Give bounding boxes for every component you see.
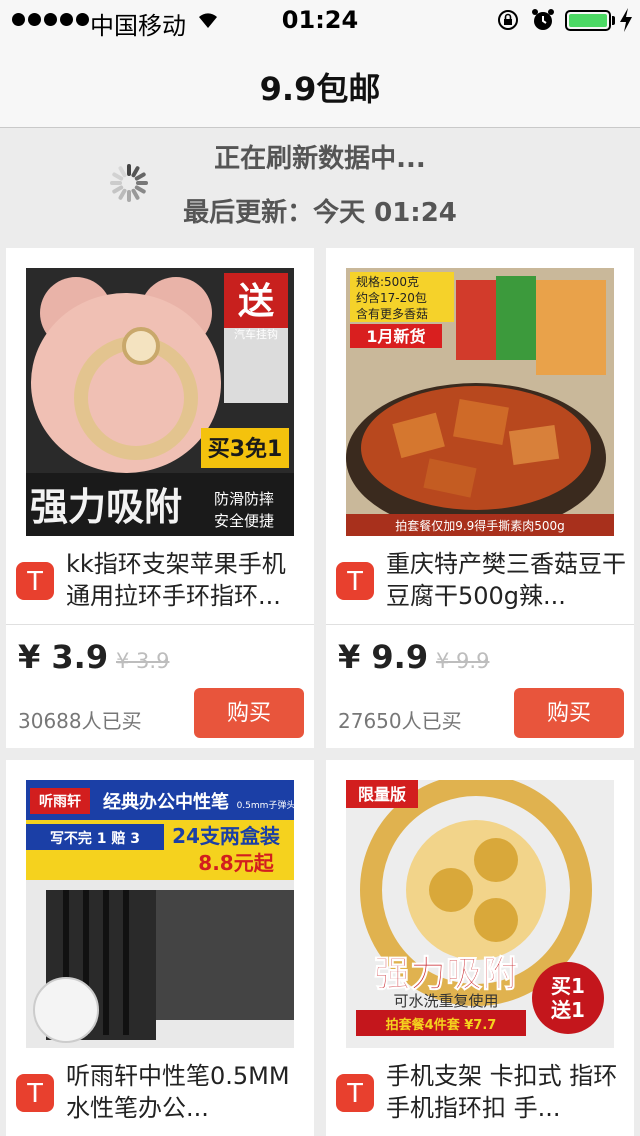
- divider: [326, 624, 634, 625]
- svg-text:经典办公中性笔: 经典办公中性笔: [103, 791, 229, 813]
- svg-text:约含17-20包: 约含17-20包: [356, 290, 427, 305]
- svg-text:拍套餐4件套 ¥7.7: 拍套餐4件套 ¥7.7: [386, 1017, 497, 1033]
- tmall-icon: T: [336, 562, 374, 600]
- svg-text:0.5mm子弹头: 0.5mm子弹头: [237, 799, 294, 811]
- original-price: ¥ 9.9: [436, 649, 490, 673]
- top-bar: 中国移动 01:24 9.9包邮: [0, 0, 640, 128]
- svg-text:防滑防摔: 防滑防摔: [214, 490, 274, 508]
- sold-count: 27650人已买: [338, 709, 462, 733]
- svg-text:听雨轩: 听雨轩: [39, 793, 81, 810]
- buy-button[interactable]: 购买: [514, 688, 624, 738]
- tmall-icon: T: [336, 1074, 374, 1112]
- battery-icon: [565, 10, 611, 31]
- product-image[interactable]: 听雨轩 经典办公中性笔 0.5mm子弹头 写不完 1 赔 3 24支两盒装 8.…: [26, 780, 294, 1048]
- last-updated-text: 最后更新：今天 01:24: [183, 198, 457, 228]
- svg-text:汽车挂钩: 汽车挂钩: [234, 327, 278, 341]
- product-image[interactable]: 规格:500克 约含17-20包 含有更多香菇 1月新货 拍套餐仅加9.9得手撕…: [346, 268, 614, 536]
- product-title[interactable]: kk指环支架苹果手机通用拉环手环指环...: [66, 548, 306, 612]
- tmall-icon: T: [16, 562, 54, 600]
- product-card[interactable]: 送 汽车挂钩 买3免1 强力吸附 防滑防摔 安全便捷 T kk指环支架苹果手机通…: [6, 248, 314, 748]
- svg-text:限量版: 限量版: [358, 785, 406, 804]
- alarm-icon: [532, 9, 554, 30]
- product-title-row[interactable]: T 手机支架 卡扣式 指环 手机指环扣 手...: [326, 1060, 634, 1134]
- refresh-status-text: 正在刷新数据中...: [214, 144, 426, 174]
- buy-button[interactable]: 购买: [194, 688, 304, 738]
- svg-text:可水洗重复使用: 可水洗重复使用: [393, 992, 498, 1010]
- svg-text:含有更多香菇: 含有更多香菇: [356, 306, 428, 321]
- svg-text:安全便捷: 安全便捷: [214, 512, 274, 530]
- svg-text:买1: 买1: [551, 974, 585, 998]
- svg-text:拍套餐仅加9.9得手撕素肉500g: 拍套餐仅加9.9得手撕素肉500g: [395, 518, 565, 533]
- svg-text:规格:500克: 规格:500克: [356, 274, 419, 289]
- product-image[interactable]: 送 汽车挂钩 买3免1 强力吸附 防滑防摔 安全便捷: [26, 268, 294, 536]
- svg-text:24支两盒装: 24支两盒装: [172, 824, 280, 848]
- tmall-icon: T: [16, 1074, 54, 1112]
- product-card[interactable]: 限量版 强力吸附 可水洗重复使用 拍套餐4件套 ¥7.7 买1 送1 T 手机支…: [326, 760, 634, 1136]
- orientation-lock-icon: [498, 10, 518, 30]
- svg-text:写不完 1 赔 3: 写不完 1 赔 3: [50, 830, 140, 847]
- svg-text:送1: 送1: [551, 998, 585, 1022]
- svg-text:1月新货: 1月新货: [366, 327, 425, 346]
- svg-text:强力吸附: 强力吸附: [30, 485, 182, 529]
- charging-icon: [620, 8, 632, 32]
- svg-text:送: 送: [238, 281, 274, 322]
- product-price: ¥ 3.9: [18, 638, 109, 676]
- product-card[interactable]: 听雨轩 经典办公中性笔 0.5mm子弹头 写不完 1 赔 3 24支两盒装 8.…: [6, 760, 314, 1136]
- product-price: ¥ 9.9: [338, 638, 429, 676]
- product-image[interactable]: 限量版 强力吸附 可水洗重复使用 拍套餐4件套 ¥7.7 买1 送1: [346, 780, 614, 1048]
- product-title-row[interactable]: T kk指环支架苹果手机通用拉环手环指环...: [6, 548, 314, 622]
- svg-text:买3免1: 买3免1: [208, 436, 283, 462]
- page-title: 9.9包邮: [259, 70, 381, 108]
- product-card[interactable]: 规格:500克 约含17-20包 含有更多香菇 1月新货 拍套餐仅加9.9得手撕…: [326, 248, 634, 748]
- product-title[interactable]: 听雨轩中性笔0.5MM水性笔办公...: [66, 1060, 306, 1124]
- product-title-row[interactable]: T 听雨轩中性笔0.5MM水性笔办公...: [6, 1060, 314, 1134]
- product-title-row[interactable]: T 重庆特产樊三香菇豆干豆腐干500g辣...: [326, 548, 634, 622]
- svg-text:8.8元起: 8.8元起: [198, 851, 274, 875]
- divider: [6, 624, 314, 625]
- svg-text:强力吸附: 强力吸附: [374, 954, 518, 995]
- product-title[interactable]: 重庆特产樊三香菇豆干豆腐干500g辣...: [386, 548, 626, 612]
- original-price: ¥ 3.9: [116, 649, 170, 673]
- product-title[interactable]: 手机支架 卡扣式 指环 手机指环扣 手...: [386, 1060, 626, 1124]
- sold-count: 30688人已买: [18, 709, 142, 733]
- status-bar: 中国移动 01:24: [0, 0, 640, 40]
